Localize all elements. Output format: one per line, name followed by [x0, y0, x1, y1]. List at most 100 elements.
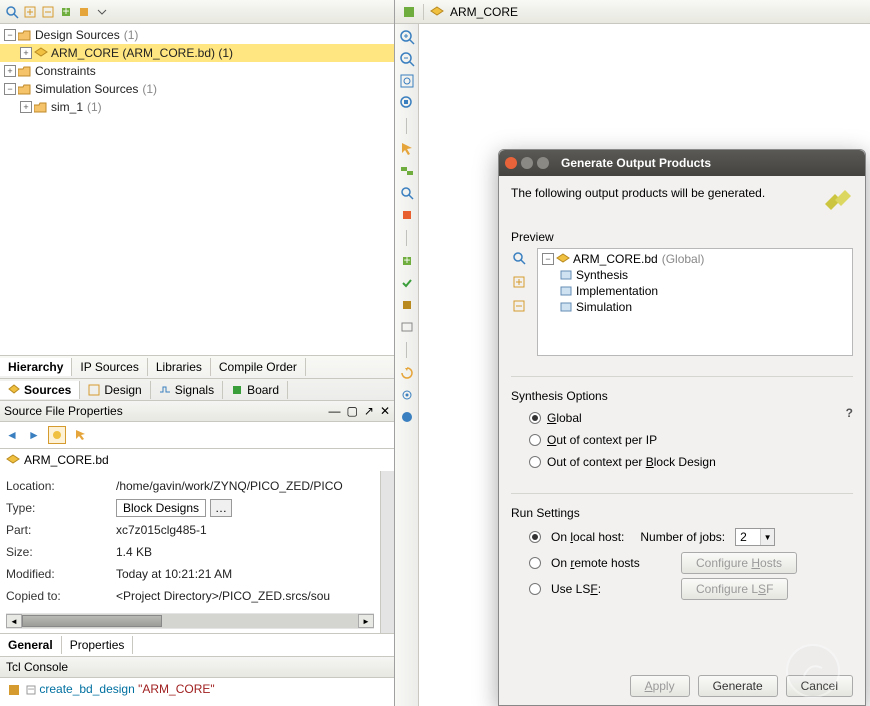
zoom-area-icon[interactable]	[398, 94, 416, 112]
tree-handle-icon[interactable]: −	[542, 253, 554, 265]
color-icon[interactable]	[398, 408, 416, 426]
cancel-button[interactable]: Cancel	[786, 675, 853, 697]
close-icon[interactable]: ✕	[380, 404, 390, 418]
restore-icon[interactable]: ↗	[364, 404, 374, 418]
settings-icon[interactable]	[398, 386, 416, 404]
preview-root[interactable]: − ARM_CORE.bd (Global)	[540, 251, 850, 267]
add-sources-icon[interactable]: +	[58, 4, 74, 20]
chevron-down-icon[interactable]: ▼	[760, 529, 774, 545]
tab-hierarchy[interactable]: Hierarchy	[0, 358, 72, 376]
zoom-out-icon[interactable]	[398, 50, 416, 68]
tree-item-sim-sources[interactable]: − Simulation Sources (1)	[0, 80, 394, 98]
run-lsf-row[interactable]: Use LSF: Configure LSF	[511, 576, 853, 602]
settings-icon[interactable]	[76, 4, 92, 20]
back-icon[interactable]: ◄	[4, 427, 20, 443]
tab-compile-order[interactable]: Compile Order	[211, 358, 306, 376]
tree-handle-icon[interactable]: +	[20, 101, 32, 113]
preview-label: Preview	[511, 230, 853, 244]
dialog-titlebar[interactable]: Generate Output Products	[499, 150, 865, 176]
chevron-down-icon[interactable]	[94, 4, 110, 20]
preview-item-implementation[interactable]: Implementation	[540, 283, 850, 299]
radio-ooc-bd[interactable]: Out of context per Block Design	[511, 451, 853, 473]
radio-ooc-ip[interactable]: Out of context per IP	[511, 429, 853, 451]
tab-label: Libraries	[156, 360, 202, 374]
minimize-icon[interactable]	[521, 157, 533, 169]
tree-item-arm-core[interactable]: + ARM_CORE (ARM_CORE.bd) (1)	[0, 44, 394, 62]
regenerate-icon[interactable]	[398, 364, 416, 382]
sources-tree[interactable]: − Design Sources (1) + ARM_CORE (ARM_COR…	[0, 24, 394, 355]
radio-icon[interactable]	[529, 531, 541, 543]
configure-hosts-button[interactable]: Configure Hosts	[681, 552, 797, 574]
tree-handle-icon[interactable]: +	[4, 65, 16, 77]
tree-count: (1)	[124, 28, 139, 42]
tree-item-design-sources[interactable]: − Design Sources (1)	[0, 26, 394, 44]
search-icon[interactable]	[511, 250, 527, 266]
maximize-icon[interactable]	[537, 157, 549, 169]
minimize-icon[interactable]: —	[329, 404, 341, 418]
properties-toolbar: ◄ ►	[0, 422, 394, 449]
tree-item-sim1[interactable]: + sim_1 (1)	[0, 98, 394, 116]
configure-lsf-button[interactable]: Configure LSF	[681, 578, 788, 600]
ip-config-icon[interactable]	[398, 296, 416, 314]
radio-label: Out of context per Block Design	[547, 455, 716, 469]
radio-icon[interactable]	[529, 434, 541, 446]
radio-icon[interactable]	[529, 456, 541, 468]
button-label: Cancel	[801, 679, 838, 693]
maximize-icon[interactable]: ▢	[347, 404, 358, 418]
preview-item-simulation[interactable]: Simulation	[540, 299, 850, 315]
add-ip-icon[interactable]: +	[398, 252, 416, 270]
tcl-console[interactable]: − create_bd_design "ARM_CORE"	[0, 678, 394, 706]
highlight-icon[interactable]	[398, 206, 416, 224]
close-icon[interactable]	[505, 157, 517, 169]
tab-libraries[interactable]: Libraries	[148, 358, 211, 376]
radio-icon[interactable]	[529, 412, 541, 424]
pane-tab-sources[interactable]: Sources	[0, 381, 80, 399]
scroll-left-icon[interactable]: ◄	[6, 614, 22, 628]
radio-icon[interactable]	[529, 583, 541, 595]
preview-tree[interactable]: − ARM_CORE.bd (Global) Synthesis Impleme…	[537, 248, 853, 356]
select-icon[interactable]	[398, 140, 416, 158]
jobs-spinner[interactable]: ▼	[735, 528, 775, 546]
auto-fit-icon[interactable]	[398, 162, 416, 180]
run-remote-row[interactable]: On remote hosts Configure Hosts	[511, 550, 853, 576]
tree-handle-icon[interactable]: −	[4, 83, 16, 95]
help-icon[interactable]: ?	[846, 406, 853, 420]
search-icon[interactable]	[398, 184, 416, 202]
horizontal-scrollbar[interactable]: ◄ ►	[6, 613, 374, 629]
ellipsis-button[interactable]: …	[210, 499, 232, 517]
forward-icon[interactable]: ►	[26, 427, 42, 443]
scroll-right-icon[interactable]: ►	[358, 614, 374, 628]
pane-tab-board[interactable]: Board	[223, 381, 288, 399]
expand-icon[interactable]	[511, 274, 527, 290]
tab-properties[interactable]: Properties	[62, 636, 134, 654]
vertical-scrollbar[interactable]	[380, 471, 394, 633]
validate-icon[interactable]	[398, 274, 416, 292]
type-dropdown[interactable]: Block Designs	[116, 499, 206, 517]
select-icon[interactable]	[72, 427, 88, 443]
preview-item-synthesis[interactable]: Synthesis	[540, 267, 850, 283]
address-editor-icon[interactable]	[398, 318, 416, 336]
pane-tab-design[interactable]: Design	[80, 381, 150, 399]
scroll-thumb[interactable]	[22, 615, 162, 627]
tab-general[interactable]: General	[0, 636, 62, 654]
generate-button[interactable]: Generate	[698, 675, 778, 697]
run-local-row[interactable]: On local host: Number of jobs: ▼	[511, 524, 853, 550]
search-icon[interactable]	[4, 4, 20, 20]
zoom-fit-icon[interactable]	[398, 72, 416, 90]
tree-item-constraints[interactable]: + Constraints	[0, 62, 394, 80]
zoom-in-icon[interactable]	[398, 28, 416, 46]
jobs-input[interactable]	[736, 529, 760, 545]
pin-icon[interactable]	[48, 426, 66, 444]
apply-button[interactable]: Apply	[630, 675, 690, 697]
collapse-icon[interactable]	[40, 4, 56, 20]
radio-icon[interactable]	[529, 557, 541, 569]
tab-ip-sources[interactable]: IP Sources	[72, 358, 147, 376]
tree-handle-icon[interactable]: +	[20, 47, 32, 59]
radio-global[interactable]: Global	[511, 407, 853, 429]
expand-icon[interactable]	[22, 4, 38, 20]
tree-handle-icon[interactable]: −	[4, 29, 16, 41]
tcl-run-icon[interactable]	[6, 682, 22, 698]
diagram-tool-icon[interactable]	[401, 4, 417, 20]
collapse-icon[interactable]	[511, 298, 527, 314]
pane-tab-signals[interactable]: Signals	[151, 381, 223, 399]
